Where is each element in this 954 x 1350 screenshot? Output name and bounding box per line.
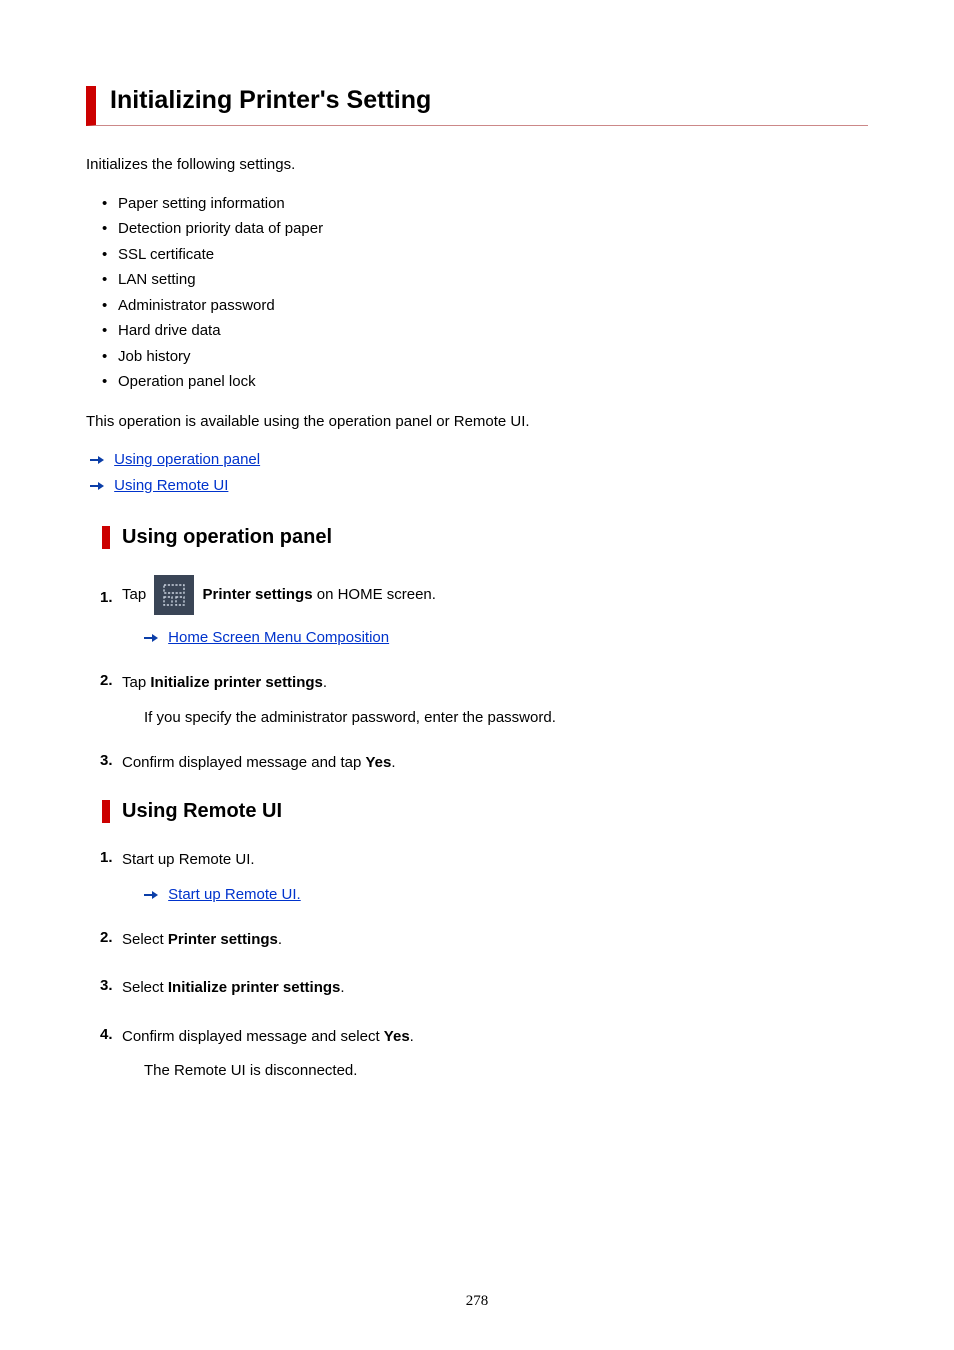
list-item: Hard drive data xyxy=(118,318,868,344)
printer-settings-icon xyxy=(154,575,194,615)
step-text: Select xyxy=(122,931,168,948)
step-sublink: Home Screen Menu Composition xyxy=(122,629,868,646)
operation-panel-steps: Tap Printer settings on HOME screen. Hom… xyxy=(86,575,868,774)
step-bold: Initialize printer settings xyxy=(168,979,341,996)
step-bold: Yes xyxy=(365,754,391,771)
step-text: . xyxy=(391,754,395,771)
section-heading: Using operation panel xyxy=(122,526,868,549)
step-text: Confirm displayed message and tap xyxy=(122,754,365,771)
list-item: Paper setting information xyxy=(118,191,868,217)
step-text: Tap xyxy=(122,674,150,691)
availability-text: This operation is available using the op… xyxy=(86,411,868,434)
step-sublink: Start up Remote UI. xyxy=(122,886,868,903)
arrow-icon xyxy=(90,455,104,465)
intro-text: Initializes the following settings. xyxy=(86,154,868,177)
link-remote-ui[interactable]: Using Remote UI xyxy=(114,477,228,494)
step-bold: Printer settings xyxy=(168,931,278,948)
list-item: Detection priority data of paper xyxy=(118,216,868,242)
step-4: Confirm displayed message and select Yes… xyxy=(122,1026,868,1080)
arrow-icon xyxy=(144,633,158,643)
section-heading-remote-ui: Using Remote UI xyxy=(102,800,868,823)
list-item: SSL certificate xyxy=(118,242,868,268)
step-text: Start up Remote UI. xyxy=(122,851,255,868)
step-bold: Initialize printer settings xyxy=(150,674,323,691)
step-text: Confirm displayed message and select xyxy=(122,1028,384,1045)
step-text: Select xyxy=(122,979,168,996)
step-text: . xyxy=(278,931,282,948)
remote-ui-steps: Start up Remote UI. Start up Remote UI. … xyxy=(86,849,868,1079)
step-3: Select Initialize printer settings. xyxy=(122,977,868,1000)
step-text: Tap xyxy=(122,586,150,603)
settings-list: Paper setting information Detection prio… xyxy=(86,191,868,395)
arrow-icon xyxy=(144,890,158,900)
section-heading-operation-panel: Using operation panel xyxy=(102,526,868,549)
step-1: Start up Remote UI. Start up Remote UI. xyxy=(122,849,868,903)
step-note: The Remote UI is disconnected. xyxy=(122,1062,868,1079)
arrow-icon xyxy=(90,481,104,491)
page-title: Initializing Printer's Setting xyxy=(110,86,868,115)
step-text: . xyxy=(323,674,327,691)
method-link-remote-ui: Using Remote UI xyxy=(90,473,868,499)
step-text: . xyxy=(340,979,344,996)
step-bold: Yes xyxy=(384,1028,410,1045)
list-item: LAN setting xyxy=(118,267,868,293)
method-link-operation-panel: Using operation panel xyxy=(90,447,868,473)
step-2: Select Printer settings. xyxy=(122,929,868,952)
list-item: Administrator password xyxy=(118,293,868,319)
list-item: Operation panel lock xyxy=(118,369,868,395)
step-note: If you specify the administrator passwor… xyxy=(122,709,868,726)
link-operation-panel[interactable]: Using operation panel xyxy=(114,451,260,468)
step-text: . xyxy=(410,1028,414,1045)
step-bold: Printer settings xyxy=(203,586,313,603)
list-item: Job history xyxy=(118,344,868,370)
link-startup-remote-ui[interactable]: Start up Remote UI. xyxy=(168,886,301,903)
method-links: Using operation panel Using Remote UI xyxy=(86,447,868,498)
page-number: 278 xyxy=(0,1293,954,1310)
step-3: Confirm displayed message and tap Yes. xyxy=(122,752,868,775)
step-2: Tap Initialize printer settings. If you … xyxy=(122,672,868,726)
page-title-container: Initializing Printer's Setting xyxy=(86,86,868,126)
step-text: on HOME screen. xyxy=(313,586,436,603)
step-1: Tap Printer settings on HOME screen. Hom… xyxy=(122,575,868,646)
link-home-screen-menu[interactable]: Home Screen Menu Composition xyxy=(168,629,389,646)
section-heading: Using Remote UI xyxy=(122,800,868,823)
